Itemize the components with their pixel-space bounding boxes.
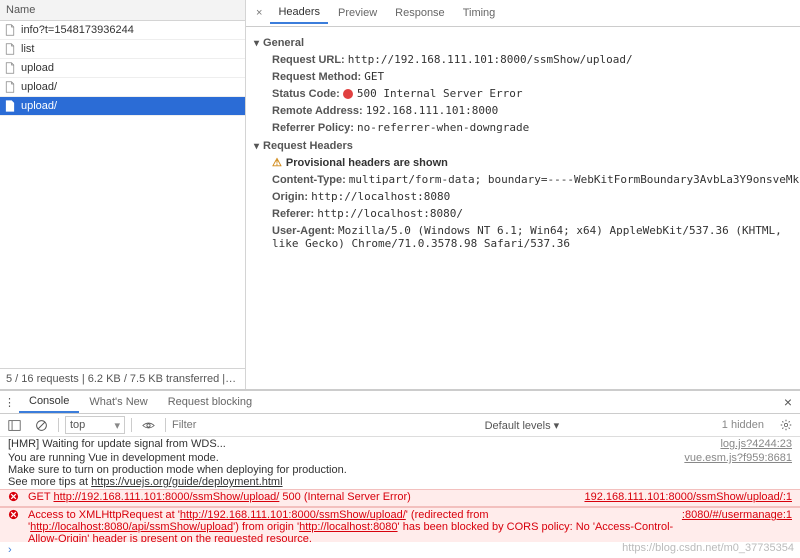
source-link[interactable]: 192.168.111.101:8000/ssmShow/upload/:1 (584, 491, 792, 505)
content-type-value: multipart/form-data; boundary=----WebKit… (349, 173, 799, 186)
request-name: upload/ (21, 81, 57, 93)
request-row[interactable]: upload/ (0, 78, 245, 97)
request-name: list (21, 43, 34, 55)
warning-icon: ⚠ (272, 157, 282, 169)
context-selector[interactable]: top (65, 416, 125, 434)
request-row[interactable]: list (0, 40, 245, 59)
section-general-toggle[interactable]: ▾General (254, 37, 800, 49)
request-name: upload/ (21, 100, 57, 112)
file-icon (4, 100, 16, 112)
console-filter-input[interactable] (172, 419, 332, 431)
request-row[interactable]: info?t=1548173936244 (0, 21, 245, 40)
section-request-headers-toggle[interactable]: ▾Request Headers (254, 140, 800, 152)
file-icon (4, 43, 16, 55)
file-icon (4, 62, 16, 74)
tab-preview[interactable]: Preview (330, 3, 385, 23)
details-tabs: × Headers Preview Response Timing (246, 0, 800, 27)
console-log-line: [HMR] Waiting for update signal from WDS… (0, 437, 800, 451)
tab-response[interactable]: Response (387, 3, 453, 23)
file-icon (4, 24, 16, 36)
console-error-line: Access to XMLHttpRequest at 'http://192.… (0, 507, 800, 542)
close-details-button[interactable]: × (250, 5, 268, 21)
log-levels-selector[interactable]: Default levels ▾ (485, 419, 564, 432)
console-error-line: GET http://192.168.111.101:8000/ssmShow/… (0, 489, 800, 507)
request-name: upload (21, 62, 54, 74)
drawer-menu-button[interactable]: ⋮ (0, 394, 19, 411)
clear-console-button[interactable] (31, 417, 52, 434)
file-icon (4, 81, 16, 93)
toggle-console-sidebar-button[interactable] (4, 417, 25, 434)
remote-address-value: 192.168.111.101:8000 (366, 104, 498, 117)
headers-panel: ▾General Request URL: http://192.168.111… (246, 27, 800, 389)
console-drawer: ⋮ Console What's New Request blocking × … (0, 390, 800, 558)
source-link[interactable]: :8080/#/usermanage:1 (682, 509, 792, 542)
eye-icon[interactable] (138, 417, 159, 434)
column-header-name[interactable]: Name (0, 0, 245, 21)
tab-timing[interactable]: Timing (455, 3, 504, 23)
referrer-policy-value: no-referrer-when-downgrade (357, 121, 529, 134)
status-code-value: 500 Internal Server Error (357, 87, 523, 100)
request-url-value: http://192.168.111.101:8000/ssmShow/uplo… (348, 53, 633, 66)
drawer-tab-request-blocking[interactable]: Request blocking (158, 392, 262, 412)
request-row[interactable]: upload (0, 59, 245, 78)
triangle-down-icon: ▾ (254, 141, 259, 152)
close-drawer-button[interactable]: × (776, 392, 800, 412)
drawer-tab-console[interactable]: Console (19, 391, 79, 413)
network-status-summary: 5 / 16 requests | 6.2 KB / 7.5 KB transf… (0, 368, 245, 389)
hidden-messages-badge[interactable]: 1 hidden (716, 419, 770, 431)
console-log-line: You are running Vue in development mode.… (0, 451, 800, 489)
referer-value: http://localhost:8080/ (317, 207, 463, 220)
request-name: info?t=1548173936244 (21, 24, 134, 36)
source-link[interactable]: log.js?4244:23 (720, 438, 792, 450)
user-agent-value: Mozilla/5.0 (Windows NT 6.1; Win64; x64)… (272, 224, 782, 250)
origin-value: http://localhost:8080 (311, 190, 450, 203)
console-prompt[interactable]: › (0, 542, 800, 558)
triangle-down-icon: ▾ (254, 38, 259, 49)
request-row[interactable]: upload/ (0, 97, 245, 116)
network-request-list: Name info?t=1548173936244 list upload uploa… (0, 0, 246, 389)
drawer-tab-whats-new[interactable]: What's New (79, 392, 157, 412)
source-link[interactable]: vue.esm.js?f959:8681 (684, 452, 792, 488)
status-dot-icon (343, 89, 353, 99)
tab-headers[interactable]: Headers (270, 2, 328, 24)
error-icon (8, 509, 20, 542)
request-method-value: GET (364, 70, 384, 83)
error-icon (8, 491, 20, 505)
gear-icon[interactable] (776, 417, 796, 433)
